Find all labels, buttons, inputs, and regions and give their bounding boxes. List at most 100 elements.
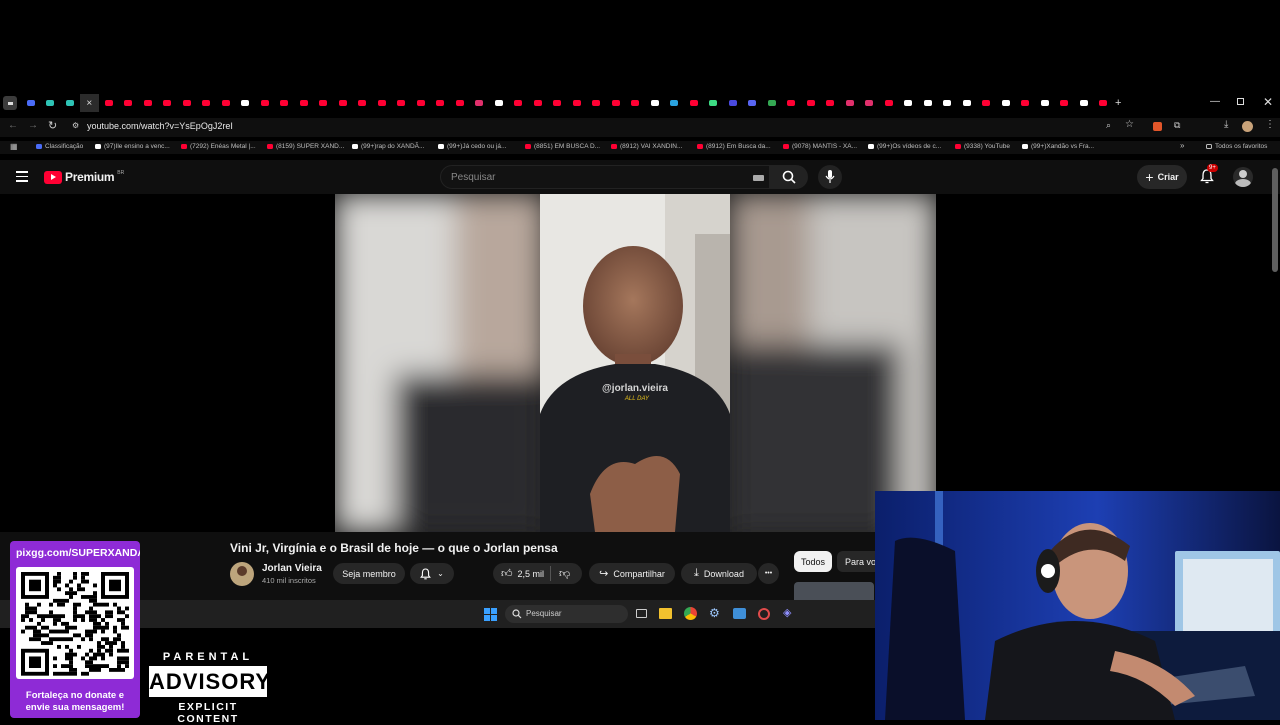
tab[interactable] bbox=[41, 94, 61, 112]
download-button[interactable]: ⤓ Download bbox=[681, 563, 757, 584]
tab[interactable] bbox=[957, 94, 977, 112]
tab[interactable] bbox=[1016, 94, 1036, 112]
tab[interactable] bbox=[548, 94, 568, 112]
dislike-button[interactable]: 👎︎ bbox=[551, 567, 570, 580]
search-button[interactable] bbox=[770, 165, 808, 189]
hamburger-menu-icon[interactable] bbox=[16, 171, 28, 182]
tab[interactable] bbox=[1094, 94, 1114, 112]
bookmark-item[interactable]: (99+)Já cedo ou já... bbox=[438, 143, 506, 150]
tab[interactable] bbox=[450, 94, 470, 112]
tab[interactable] bbox=[275, 94, 295, 112]
tab[interactable] bbox=[431, 94, 451, 112]
bookmarks-overflow-icon[interactable]: » bbox=[1180, 141, 1184, 150]
task-view-icon[interactable] bbox=[636, 609, 647, 618]
extension-icon[interactable] bbox=[1153, 122, 1162, 131]
tab[interactable] bbox=[353, 94, 373, 112]
tab[interactable] bbox=[762, 94, 782, 112]
tab[interactable] bbox=[782, 94, 802, 112]
site-info-icon[interactable]: ⚙ bbox=[72, 121, 79, 130]
menu-kebab-icon[interactable]: ⋮ bbox=[1265, 119, 1275, 130]
tab[interactable] bbox=[704, 94, 724, 112]
profile-avatar[interactable] bbox=[1242, 121, 1253, 132]
tab[interactable] bbox=[1055, 94, 1075, 112]
bookmark-item[interactable]: (8159) SUPER XAND... bbox=[267, 143, 344, 150]
tab[interactable] bbox=[99, 94, 119, 112]
bookmark-item[interactable]: (97)Ile ensino a venc... bbox=[95, 143, 170, 150]
tab[interactable] bbox=[1035, 94, 1055, 112]
tab[interactable] bbox=[606, 94, 626, 112]
tab[interactable] bbox=[567, 94, 587, 112]
video-player[interactable]: @jorlan.vieira ALL DAY bbox=[335, 194, 936, 532]
tab-close-button[interactable]: × bbox=[79, 94, 99, 112]
tab[interactable] bbox=[21, 94, 41, 112]
all-favorites-link[interactable]: Todos os favoritos bbox=[1206, 143, 1267, 150]
bookmark-item[interactable]: (7292) Enéas Metal |... bbox=[181, 143, 256, 150]
channel-avatar[interactable] bbox=[230, 562, 254, 586]
tab[interactable] bbox=[684, 94, 704, 112]
tab[interactable] bbox=[333, 94, 353, 112]
tab[interactable] bbox=[977, 94, 997, 112]
back-icon[interactable]: ← bbox=[8, 120, 18, 131]
download-icon[interactable]: ⤓ bbox=[1224, 119, 1228, 130]
tab[interactable] bbox=[587, 94, 607, 112]
tab[interactable] bbox=[645, 94, 665, 112]
tab[interactable] bbox=[236, 94, 256, 112]
tab[interactable] bbox=[294, 94, 314, 112]
tab[interactable] bbox=[801, 94, 821, 112]
tab[interactable] bbox=[509, 94, 529, 112]
like-button[interactable]: 👍︎ 2,5 mil bbox=[493, 566, 551, 581]
settings-icon[interactable]: ⚙ bbox=[709, 606, 720, 620]
chip-all[interactable]: Todos bbox=[794, 551, 832, 572]
tab[interactable] bbox=[158, 94, 178, 112]
tab[interactable] bbox=[899, 94, 919, 112]
new-tab-button[interactable]: + bbox=[1115, 97, 1121, 109]
reload-icon[interactable]: ↻ bbox=[48, 119, 57, 132]
tab[interactable] bbox=[470, 94, 490, 112]
tab[interactable] bbox=[197, 94, 217, 112]
tab[interactable] bbox=[723, 94, 743, 112]
tab[interactable] bbox=[255, 94, 275, 112]
search-box[interactable]: Pesquisar bbox=[440, 165, 770, 189]
window-minimize-button[interactable]: — bbox=[1210, 96, 1220, 107]
tab[interactable] bbox=[1074, 94, 1094, 112]
bookmark-item[interactable]: Classificação bbox=[36, 143, 83, 150]
notifications-button[interactable]: 9+ bbox=[1200, 164, 1218, 185]
chip-for-you[interactable]: Para vo bbox=[837, 551, 875, 572]
recommended-thumbnail[interactable] bbox=[794, 582, 874, 600]
bookmark-item[interactable]: (8912) VAI XANDIN... bbox=[611, 143, 682, 150]
tab[interactable] bbox=[879, 94, 899, 112]
tab[interactable] bbox=[665, 94, 685, 112]
tab-list-icon[interactable] bbox=[3, 96, 17, 110]
bookmark-item[interactable]: (99+)Os vídeos de c... bbox=[868, 143, 941, 150]
keyboard-icon[interactable] bbox=[753, 175, 764, 181]
zoom-icon[interactable]: ⌕ bbox=[1106, 120, 1111, 131]
bookmark-item[interactable]: (9078) MANTIS - XA... bbox=[783, 143, 857, 150]
bookmark-item[interactable]: (99+)Xandão vs Fra... bbox=[1022, 143, 1094, 150]
channel-name[interactable]: Jorlan Vieira bbox=[262, 563, 322, 574]
app-icon-2[interactable]: ◈ bbox=[783, 606, 791, 619]
tab[interactable] bbox=[314, 94, 334, 112]
bookmark-item[interactable]: (99+)rap do XANDÃ... bbox=[352, 143, 424, 150]
subscription-bell-button[interactable]: ⌄ bbox=[410, 563, 454, 584]
forward-icon[interactable]: → bbox=[28, 120, 38, 131]
create-button[interactable]: + Criar bbox=[1137, 165, 1187, 189]
tab[interactable] bbox=[996, 94, 1016, 112]
tab[interactable] bbox=[840, 94, 860, 112]
share-button[interactable]: ↪ Compartilhar bbox=[589, 563, 675, 584]
chrome-icon[interactable] bbox=[684, 607, 697, 620]
tab[interactable] bbox=[216, 94, 236, 112]
tab[interactable] bbox=[392, 94, 412, 112]
tab[interactable] bbox=[60, 94, 80, 112]
voice-search-button[interactable] bbox=[818, 165, 842, 189]
app-icon[interactable] bbox=[758, 608, 770, 620]
join-button[interactable]: Seja membro bbox=[333, 563, 405, 584]
url-field[interactable]: youtube.com/watch?v=YsEpOgJ2reI bbox=[87, 121, 233, 131]
taskbar-search[interactable]: Pesquisar bbox=[505, 605, 628, 623]
bookmark-item[interactable]: (8912) Em Busca da... bbox=[697, 143, 771, 150]
file-explorer-icon[interactable] bbox=[659, 608, 672, 619]
window-restore-button[interactable] bbox=[1237, 98, 1244, 105]
bookmark-item[interactable]: (9338) YouTube bbox=[955, 143, 1010, 150]
windows-start-icon[interactable] bbox=[484, 608, 497, 621]
tab[interactable] bbox=[119, 94, 139, 112]
tab[interactable] bbox=[411, 94, 431, 112]
